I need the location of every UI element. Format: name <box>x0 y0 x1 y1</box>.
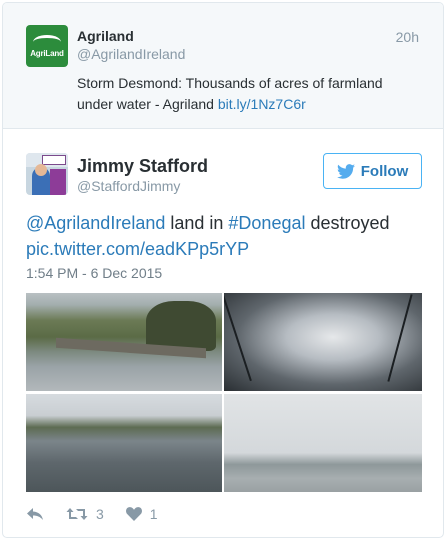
hashtag-link[interactable]: #Donegal <box>228 213 305 233</box>
tweet-card: AgriLand Agriland @AgrilandIreland 20h S… <box>2 2 444 538</box>
author-name[interactable]: Jimmy Stafford <box>77 156 208 177</box>
mention-link[interactable]: @AgrilandIreland <box>26 213 165 233</box>
retweet-button[interactable]: 3 <box>66 506 104 522</box>
author-avatar[interactable] <box>26 153 68 195</box>
reply-icon <box>27 508 43 520</box>
heart-icon <box>125 507 142 521</box>
photo-flooded-river[interactable] <box>26 394 222 492</box>
photo-misty-valley[interactable] <box>224 394 422 492</box>
avatar-head <box>35 164 47 176</box>
tweet-text-mid: land in <box>165 213 229 233</box>
tweet-actions: 3 1 <box>26 503 180 525</box>
avatar-logo-text: AgriLand <box>30 49 64 58</box>
tweet-text: @AgrilandIreland land in #Donegal destro… <box>26 210 426 262</box>
parent-link[interactable]: bit.ly/1Nz7C6r <box>218 96 306 112</box>
photo-branch <box>387 294 413 382</box>
parent-tweet[interactable]: AgriLand Agriland @AgrilandIreland 20h S… <box>3 3 443 129</box>
parent-timestamp[interactable]: 20h <box>396 29 419 45</box>
tweet-timestamp[interactable]: 1:54 PM - 6 Dec 2015 <box>26 265 162 281</box>
twitter-bird-icon <box>336 163 355 179</box>
follow-label: Follow <box>360 162 409 180</box>
follow-button[interactable]: Follow <box>323 153 422 189</box>
tweet-text-line-1: @AgrilandIreland land in #Donegal destro… <box>26 210 426 236</box>
reply-button[interactable] <box>26 507 44 521</box>
photo-flooded-field-wall[interactable] <box>26 293 222 391</box>
like-button[interactable]: 1 <box>125 506 158 522</box>
photo-tree <box>146 301 216 351</box>
like-count: 1 <box>149 506 158 522</box>
retweet-icon <box>66 508 88 520</box>
retweet-count: 3 <box>96 506 104 522</box>
logo-leaf-icon <box>33 35 61 49</box>
author-handle[interactable]: @StaffordJimmy <box>77 178 180 194</box>
parent-author-name[interactable]: Agriland <box>77 28 134 44</box>
agriland-avatar[interactable]: AgriLand <box>26 25 68 67</box>
photo-grid <box>26 293 422 492</box>
avatar-banner <box>42 155 66 165</box>
photo-sky-reflection[interactable] <box>224 293 422 391</box>
tweet-text-end: destroyed <box>305 213 390 233</box>
parent-author-handle[interactable]: @AgrilandIreland <box>77 46 185 62</box>
pic-link[interactable]: pic.twitter.com/eadKPp5rYP <box>26 236 426 262</box>
photo-branch <box>224 294 252 382</box>
parent-tweet-text: Storm Desmond: Thousands of acres of far… <box>77 73 407 115</box>
avatar-ribbon <box>50 169 66 195</box>
